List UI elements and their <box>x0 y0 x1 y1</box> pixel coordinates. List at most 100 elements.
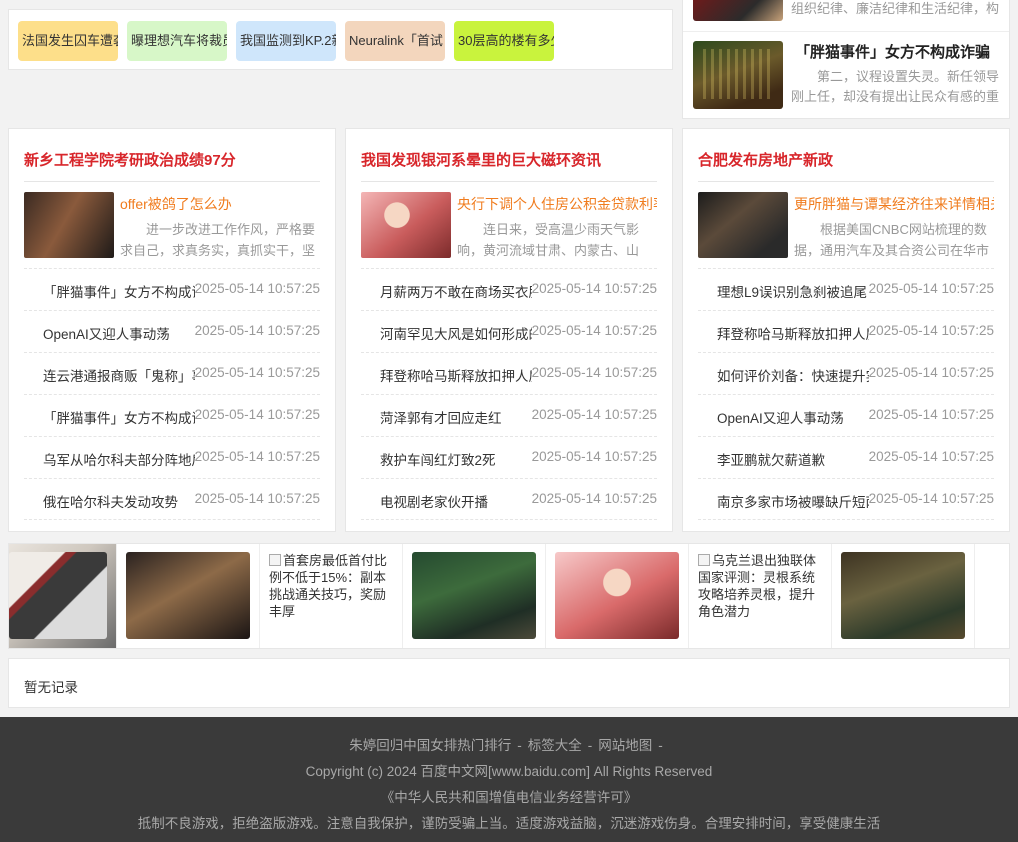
list-item-title[interactable]: 拜登称哈马斯释放扣押人质 <box>380 365 532 385</box>
hot-tag[interactable]: Neuralink「首试 <box>345 21 445 61</box>
feature-desc: 根据美国CNBC网站梳理的数据，通用汽车及其合资公司在华市 <box>794 222 990 258</box>
tile-image[interactable] <box>126 552 250 639</box>
list-item-date: 2025-05-14 10:57:25 <box>194 449 320 464</box>
list-item-title[interactable]: 理想L9误识别急刹被追尾 <box>717 281 869 301</box>
list-item-title[interactable]: 拜登称哈马斯释放扣押人质 <box>717 323 869 343</box>
news-column: 新乡工程学院考研政治成绩97分 offer被鸽了怎么办 进一步改进工作作风，严格… <box>8 128 336 532</box>
list-item-title[interactable]: OpenAI又迎人事动荡 <box>717 407 869 427</box>
feature-image[interactable] <box>361 192 451 258</box>
thumbnail-image[interactable] <box>693 0 783 21</box>
list-item-date: 2025-05-14 10:57:25 <box>868 323 994 338</box>
list-item-title[interactable]: 南京多家市场被曝缺斤短两 <box>717 491 869 511</box>
list-item[interactable]: 乌军从哈尔科夫部分阵地后撤2025-05-14 10:57:25 <box>24 436 320 478</box>
image-tile[interactable] <box>975 544 1009 648</box>
list-item[interactable]: 月薪两万不敢在商场买衣服 2025-05-14 10:57:25 <box>361 268 657 310</box>
list-item-title[interactable]: 菏泽郭有才回应走红 <box>380 407 532 427</box>
footer-separator: - <box>517 738 522 753</box>
list-item[interactable]: 如何评价刘备：快速提升实力2025-05-14 10:57:25 <box>698 352 994 394</box>
image-tile[interactable] <box>9 544 117 648</box>
news-list: 「胖猫事件」女方不构成诈骗2025-05-14 10:57:25 OpenAI又… <box>24 268 320 520</box>
list-item-title[interactable]: 救护车闯红灯致2死 <box>380 449 532 469</box>
list-item-date: 2025-05-14 10:57:25 <box>194 407 320 422</box>
list-item-date: 2025-05-14 10:57:25 <box>531 491 657 506</box>
footer-separator: - <box>587 738 593 753</box>
list-item[interactable]: 连云港通报商贩「鬼称」事件2025-05-14 10:57:25 <box>24 352 320 394</box>
list-item[interactable]: OpenAI又迎人事动荡 2025-05-14 10:57:25 <box>24 310 320 352</box>
list-item-title[interactable]: 月薪两万不敢在商场买衣服 <box>380 281 532 301</box>
image-tile[interactable] <box>546 544 689 648</box>
tile-image[interactable] <box>412 552 536 639</box>
list-item-title[interactable]: 俄在哈尔科夫发动攻势 <box>43 491 195 511</box>
list-item-date: 2025-05-14 10:57:25 <box>194 491 320 506</box>
footer-link[interactable]: 标签大全 <box>528 738 582 753</box>
list-item-title[interactable]: 乌军从哈尔科夫部分阵地后撤 <box>43 449 195 469</box>
hot-tag[interactable]: 我国监测到KP.2新 <box>236 21 336 61</box>
side-news-title[interactable]: 「胖猫事件」女方不构成诈骗 <box>795 41 1005 62</box>
column-heading[interactable]: 我国发现银河系晕里的巨大磁环资讯 <box>361 149 657 182</box>
list-item-title[interactable]: 如何评价刘备：快速提升实力 <box>717 365 869 385</box>
list-item[interactable]: 救护车闯红灯致2死 2025-05-14 10:57:25 <box>361 436 657 478</box>
tile-image[interactable] <box>841 552 965 639</box>
image-tile[interactable]: 首套房最低首付比例不低于15%：副本挑战通关技巧，奖励丰厚 <box>260 544 403 648</box>
hot-tag[interactable]: 30层高的楼有多少 <box>454 21 554 61</box>
hot-tag[interactable]: 曝理想汽车将裁员 <box>127 21 227 61</box>
feature-image[interactable] <box>24 192 114 258</box>
list-item-title[interactable]: 河南罕见大风是如何形成的 <box>380 323 532 343</box>
list-item-date: 2025-05-14 10:57:25 <box>868 365 994 380</box>
feature-title[interactable]: 央行下调个人住房公积金贷款利率 <box>457 194 657 214</box>
list-item[interactable]: 李亚鹏就欠薪道歉 2025-05-14 10:57:25 <box>698 436 994 478</box>
list-item[interactable]: OpenAI又迎人事动荡 2025-05-14 10:57:25 <box>698 394 994 436</box>
image-tile[interactable] <box>832 544 975 648</box>
list-item-date: 2025-05-14 10:57:25 <box>194 365 320 380</box>
hot-tag[interactable]: 法国发生囚车遭袭 <box>18 21 118 61</box>
column-heading[interactable]: 新乡工程学院考研政治成绩97分 <box>24 149 320 182</box>
list-item[interactable]: 拜登称哈马斯释放扣押人质 2025-05-14 10:57:25 <box>698 310 994 352</box>
broken-image-icon <box>269 554 281 566</box>
list-item-title[interactable]: 「胖猫事件」女方不构成诈骗 <box>43 281 195 301</box>
footer-link[interactable]: 网站地图 <box>598 738 652 753</box>
feature-desc: 进一步改进工作作风，严格要求自己，求真务实，真抓实干，坚 <box>120 222 316 258</box>
list-item-date: 2025-05-14 10:57:25 <box>531 281 657 296</box>
broken-image-alt[interactable]: 首套房最低首付比例不低于15%：副本挑战通关技巧，奖励丰厚 <box>269 552 395 620</box>
hot-tags-panel: 法国发生囚车遭袭 曝理想汽车将裁员 我国监测到KP.2新 Neuralink「首… <box>8 9 673 70</box>
feature-desc: 连日来，受高温少雨天气影响，黄河流域甘肃、内蒙古、山 <box>457 222 640 258</box>
list-item-title[interactable]: 「胖猫事件」女方不构成诈骗 <box>43 407 195 427</box>
no-record-text: 暂无记录 <box>24 680 78 695</box>
list-item[interactable]: 「胖猫事件」女方不构成诈骗2025-05-14 10:57:25 <box>24 268 320 310</box>
broken-image-alt[interactable]: 乌克兰退出独联体国家评测：灵根系统攻略培养灵根，提升角色潜力 <box>698 552 824 620</box>
side-snippet: 组织纪律、廉洁纪律和生活纪律，构 <box>791 1 1000 16</box>
copyright: Copyright (c) 2024 百度中文网[www.baidu.com] … <box>305 764 713 779</box>
feature-title[interactable]: 更所胖猫与谭某经济往来详情相关 <box>794 194 994 214</box>
list-item-title[interactable]: 连云港通报商贩「鬼称」事件 <box>43 365 195 385</box>
list-item-title[interactable]: 电视剧老家伙开播 <box>380 491 532 511</box>
tile-image[interactable] <box>555 552 679 639</box>
image-tile[interactable] <box>403 544 546 648</box>
list-item[interactable]: 电视剧老家伙开播 2025-05-14 10:57:25 <box>361 478 657 520</box>
image-tile[interactable] <box>117 544 260 648</box>
license-link[interactable]: 《中华人民共和国增值电信业务经营许可》 <box>0 786 1018 806</box>
footer-link[interactable]: 朱婷回归中国女排热门排行 <box>349 738 511 753</box>
list-item-date: 2025-05-14 10:57:25 <box>868 407 994 422</box>
feature-image[interactable] <box>698 192 788 258</box>
list-item[interactable]: 理想L9误识别急刹被追尾 2025-05-14 10:57:25 <box>698 268 994 310</box>
list-item[interactable]: 拜登称哈马斯释放扣押人质 2025-05-14 10:57:25 <box>361 352 657 394</box>
list-item[interactable]: 俄在哈尔科夫发动攻势 2025-05-14 10:57:25 <box>24 478 320 520</box>
image-tile[interactable]: 乌克兰退出独联体国家评测：灵根系统攻略培养灵根，提升角色潜力 <box>689 544 832 648</box>
list-item[interactable]: 南京多家市场被曝缺斤短两 2025-05-14 10:57:25 <box>698 478 994 520</box>
list-item[interactable]: 「胖猫事件」女方不构成诈骗2025-05-14 10:57:25 <box>24 394 320 436</box>
list-item-title[interactable]: 李亚鹏就欠薪道歉 <box>717 449 869 469</box>
list-item-date: 2025-05-14 10:57:25 <box>531 365 657 380</box>
news-list: 月薪两万不敢在商场买衣服 2025-05-14 10:57:25 河南罕见大风是如… <box>361 268 657 520</box>
column-heading[interactable]: 合肥发布房地产新政 <box>698 149 994 182</box>
tile-image[interactable] <box>9 552 107 639</box>
side-news-item[interactable]: 「胖猫事件」女方不构成诈骗 第二，议程设置失灵。新任领导刚上任，却没有提出让民众… <box>683 31 1009 109</box>
list-item[interactable]: 菏泽郭有才回应走红 2025-05-14 10:57:25 <box>361 394 657 436</box>
news-column: 合肥发布房地产新政 更所胖猫与谭某经济往来详情相关 根据美国CNBC网站梳理的数… <box>682 128 1010 532</box>
list-item-date: 2025-05-14 10:57:25 <box>194 323 320 338</box>
thumbnail-image[interactable] <box>693 41 783 109</box>
feature-title[interactable]: offer被鸽了怎么办 <box>120 194 320 214</box>
broken-image-icon <box>698 554 710 566</box>
list-item[interactable]: 河南罕见大风是如何形成的 2025-05-14 10:57:25 <box>361 310 657 352</box>
list-item-title[interactable]: OpenAI又迎人事动荡 <box>43 323 195 343</box>
footer-separator: - <box>658 738 663 753</box>
